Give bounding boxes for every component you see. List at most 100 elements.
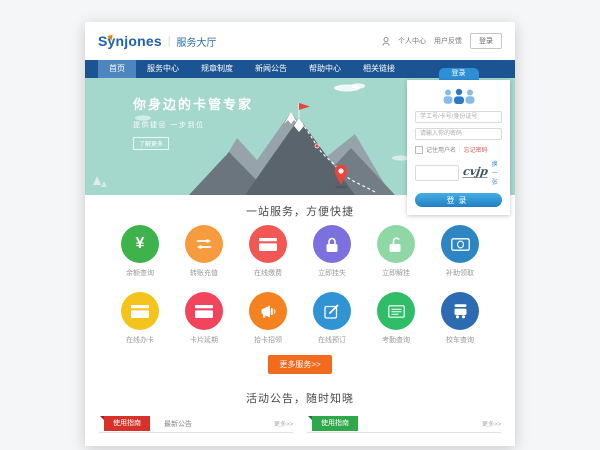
- page-sheet: Synjones | 服务大厅 个人中心 用户反馈 登录 首页 服务中心 规章制…: [85, 22, 515, 446]
- services-section: 一站服务，方便快捷 ¥ 余额查询 转账充值: [85, 203, 515, 374]
- service-item-attendance[interactable]: 考勤查询: [364, 292, 428, 345]
- map-pin-hole: [338, 168, 343, 173]
- service-label: 转账充值: [172, 268, 236, 278]
- service-label: 卡片延期: [172, 335, 236, 345]
- remember-checkbox[interactable]: [415, 146, 423, 154]
- user-icon: [382, 37, 390, 46]
- nav-item-rules[interactable]: 规章制度: [190, 60, 244, 78]
- username-input[interactable]: [415, 111, 502, 123]
- lock-icon: [325, 236, 339, 253]
- ribbon-tab-guide[interactable]: 使用指南: [312, 416, 358, 431]
- announcements-title: 活动公告，随时知晓: [85, 390, 515, 406]
- service-item-unlock[interactable]: 立即解挂: [364, 225, 428, 278]
- compose-icon: [324, 303, 340, 319]
- service-label: 在线缴费: [236, 268, 300, 278]
- more-link[interactable]: 更多>>: [274, 419, 293, 428]
- service-circle: [121, 292, 159, 330]
- login-card: 登录 记住用户名 | 忘记密码: [407, 68, 510, 215]
- panel-tab-latest-news[interactable]: 最新公告: [164, 419, 192, 429]
- bus-icon: [453, 303, 468, 319]
- brand-divider: |: [168, 36, 171, 47]
- hero-text: 你身边的卡管专家 提供捷径 一步到位 了解更多: [133, 94, 253, 151]
- more-link[interactable]: 更多>>: [482, 419, 501, 428]
- hero-title: 你身边的卡管专家: [133, 94, 253, 113]
- ribbon-tab-guide[interactable]: 使用指南: [104, 416, 150, 431]
- nav-item-news[interactable]: 新闻公告: [244, 60, 298, 78]
- service-circle: [377, 225, 415, 263]
- captcha-input[interactable]: [415, 165, 459, 181]
- captcha-image: cvjp: [462, 167, 488, 178]
- service-label: 在线办卡: [108, 335, 172, 345]
- login-submit-button[interactable]: 登录: [415, 193, 502, 207]
- nav-item-home[interactable]: 首页: [98, 60, 136, 78]
- transfer-icon: [195, 237, 213, 251]
- header-right: 个人中心 用户反馈 登录: [382, 33, 502, 49]
- nav-item-help[interactable]: 帮助中心: [298, 60, 352, 78]
- nav-item-service-center[interactable]: 服务中心: [136, 60, 190, 78]
- service-item-card-renew[interactable]: 卡片延期: [172, 292, 236, 345]
- card-icon: [259, 238, 277, 251]
- hero-more-button[interactable]: 了解更多: [133, 137, 169, 150]
- tree-icon: [93, 176, 101, 185]
- users-icon: [441, 88, 477, 105]
- login-tab[interactable]: 登录: [439, 68, 479, 80]
- service-circle: [249, 292, 287, 330]
- brand-logo: Synjones: [98, 33, 162, 49]
- service-circle: [185, 292, 223, 330]
- brand[interactable]: Synjones | 服务大厅: [98, 33, 216, 49]
- service-circle: [377, 292, 415, 330]
- more-services-button[interactable]: 更多服务>>: [268, 355, 331, 374]
- service-circle: [313, 225, 351, 263]
- megaphone-icon: [260, 304, 277, 319]
- panel-bar: 使用指南 最新公告 更多>>: [99, 415, 293, 433]
- banknote-icon: [451, 238, 470, 251]
- flag-icon: [299, 103, 310, 110]
- service-item-transfer[interactable]: 转账充值: [172, 225, 236, 278]
- login-card-body: 记住用户名 | 忘记密码 cvjp 换一张 登录: [407, 80, 510, 215]
- service-circle: [313, 292, 351, 330]
- announce-panel-right: 使用指南 更多>>: [307, 415, 501, 446]
- service-label: 校车查询: [428, 335, 492, 345]
- service-circle: [249, 225, 287, 263]
- panel-body: [99, 433, 293, 446]
- service-label: 在线预订: [300, 335, 364, 345]
- service-item-booking[interactable]: 在线预订: [300, 292, 364, 345]
- personal-center-link[interactable]: 个人中心: [398, 36, 426, 46]
- service-label: 拾卡招领: [236, 335, 300, 345]
- nav-item-links[interactable]: 相关链接: [352, 60, 406, 78]
- service-item-apply-card[interactable]: 在线办卡: [108, 292, 172, 345]
- header-login-button[interactable]: 登录: [470, 33, 502, 49]
- captcha-row: cvjp 换一张: [415, 159, 502, 186]
- service-label: 补助领取: [428, 268, 492, 278]
- remember-divider: |: [459, 147, 461, 153]
- panel-bar: 使用指南 更多>>: [307, 415, 501, 433]
- service-label: 立即挂失: [300, 268, 364, 278]
- remember-label: 记住用户名: [426, 145, 456, 154]
- feedback-link[interactable]: 用户反馈: [434, 36, 462, 46]
- panel-body: [307, 433, 501, 446]
- service-circle: [441, 225, 479, 263]
- service-item-balance[interactable]: ¥ 余额查询: [108, 225, 172, 278]
- card-icon: [195, 305, 213, 318]
- password-input[interactable]: [415, 128, 502, 140]
- services-grid: ¥ 余额查询 转账充值: [85, 225, 515, 345]
- hero-subtitle: 提供捷径 一步到位: [133, 120, 253, 130]
- forgot-password-link[interactable]: 忘记密码: [464, 145, 488, 154]
- service-item-pay[interactable]: 在线缴费: [236, 225, 300, 278]
- list-icon: [388, 305, 405, 318]
- site-name: 服务大厅: [176, 34, 216, 49]
- announcement-panels: 使用指南 最新公告 更多>> 使用指南 更多>>: [85, 415, 515, 446]
- yuan-icon: ¥: [136, 236, 145, 252]
- site-header: Synjones | 服务大厅 个人中心 用户反馈 登录: [85, 22, 515, 60]
- service-item-lost-found[interactable]: 拾卡招领: [236, 292, 300, 345]
- tree-icon: [101, 181, 107, 187]
- service-item-school-bus[interactable]: 校车查询: [428, 292, 492, 345]
- unlock-icon: [388, 236, 404, 253]
- service-item-subsidy[interactable]: 补助领取: [428, 225, 492, 278]
- service-label: 余额查询: [108, 268, 172, 278]
- service-item-report-loss[interactable]: 立即挂失: [300, 225, 364, 278]
- service-circle: [441, 292, 479, 330]
- service-circle: ¥: [121, 225, 159, 263]
- cloud-icon: [351, 83, 365, 89]
- captcha-refresh-link[interactable]: 换一张: [492, 159, 502, 186]
